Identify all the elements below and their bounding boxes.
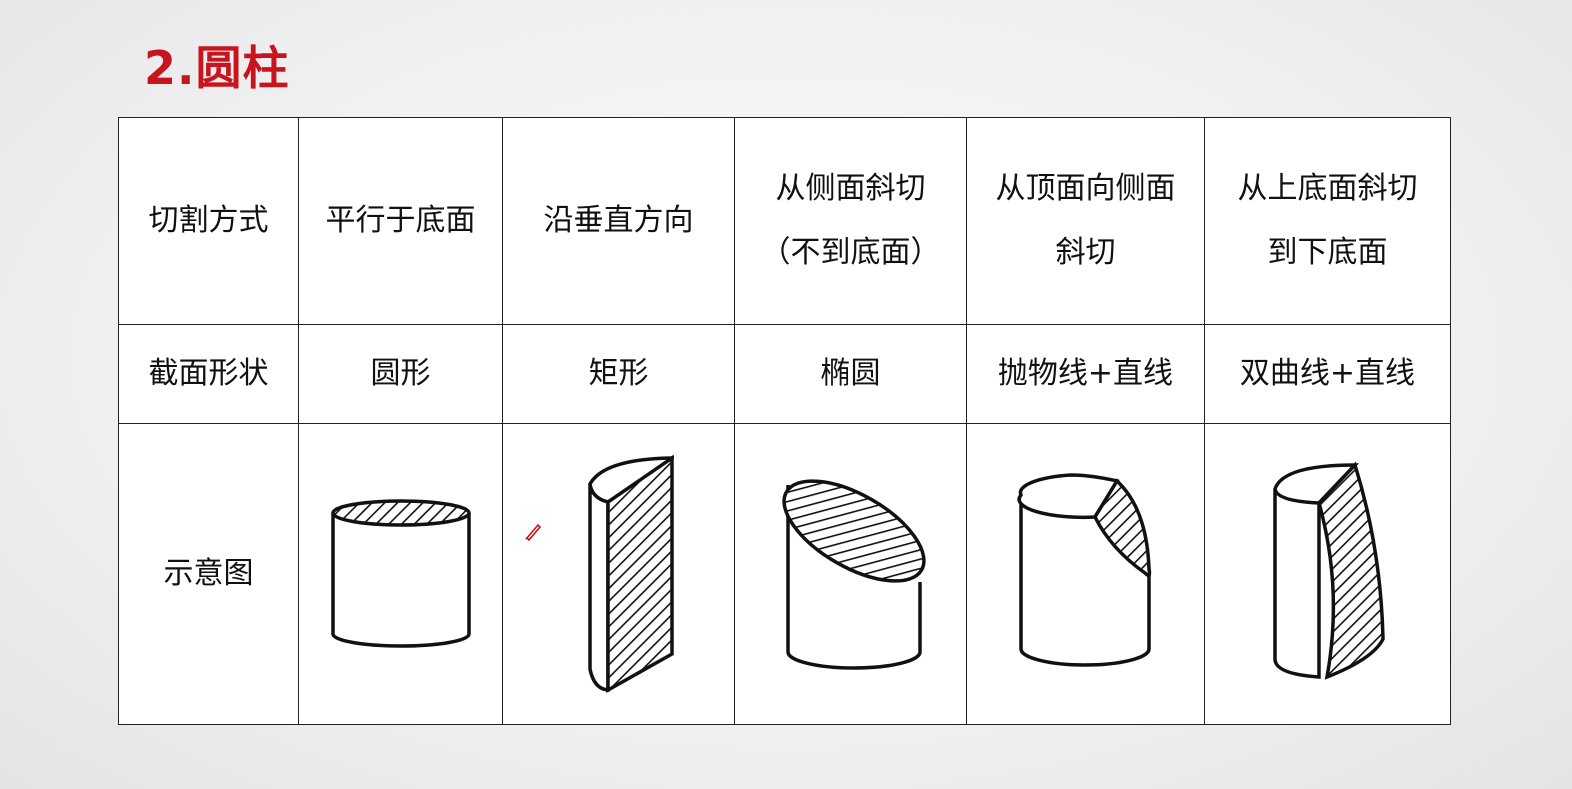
shape-cell: 双曲线+直线 xyxy=(1204,324,1451,424)
diagram-cell xyxy=(734,423,967,725)
header-line: （不到底面） xyxy=(760,235,941,270)
shape-cell: 矩形 xyxy=(502,324,735,424)
diagram-row: 示意图 xyxy=(118,423,1451,725)
cylinder-vertical-cut-icon xyxy=(587,454,674,693)
diagram-cell xyxy=(298,423,503,725)
header-line: 从上底面斜切 xyxy=(1237,171,1418,206)
header-line: 到下底面 xyxy=(1267,235,1388,270)
header-top-to-side: 从顶面向侧面 斜切 xyxy=(966,117,1205,325)
cylinder-horizontal-cut-icon xyxy=(330,499,471,648)
cylinder-oblique-cut-icon xyxy=(781,478,926,670)
cylinder-top-to-side-cut-icon xyxy=(1016,473,1151,667)
header-oblique-side: 从侧面斜切 （不到底面） xyxy=(734,117,967,325)
header-line: 斜切 xyxy=(1055,235,1116,270)
row-label-section-shape: 截面形状 xyxy=(118,324,299,424)
pen-cursor-icon xyxy=(525,523,542,541)
shape-cell: 圆形 xyxy=(298,324,503,424)
diagram-cell xyxy=(1204,423,1451,725)
diagram-cell xyxy=(966,423,1205,725)
header-parallel-to-base: 平行于底面 xyxy=(298,117,503,325)
header-line: 平行于底面 xyxy=(325,203,476,238)
header-top-to-bottom: 从上底面斜切 到下底面 xyxy=(1204,117,1451,325)
header-line: 沿垂直方向 xyxy=(543,203,694,238)
shape-row: 截面形状 圆形 矩形 椭圆 抛物线+直线 双曲线+直线 xyxy=(118,324,1451,424)
header-vertical: 沿垂直方向 xyxy=(502,117,735,325)
page-title: 2.圆柱 xyxy=(144,41,290,95)
cylinder-top-to-bottom-cut-icon xyxy=(1272,461,1385,680)
cylinder-section-table: 切割方式 平行于底面 沿垂直方向 从侧面斜切 （不到底面） 从顶面向侧面 斜切 … xyxy=(118,117,1451,725)
row-label-diagram: 示意图 xyxy=(118,423,299,725)
shape-cell: 椭圆 xyxy=(734,324,967,424)
header-line: 从顶面向侧面 xyxy=(995,171,1176,206)
header-row: 切割方式 平行于底面 沿垂直方向 从侧面斜切 （不到底面） 从顶面向侧面 斜切 … xyxy=(118,117,1451,325)
header-line: 从侧面斜切 xyxy=(775,171,926,206)
diagram-cell xyxy=(502,423,735,725)
row-label-cut-method: 切割方式 xyxy=(118,117,299,325)
shape-cell: 抛物线+直线 xyxy=(966,324,1205,424)
